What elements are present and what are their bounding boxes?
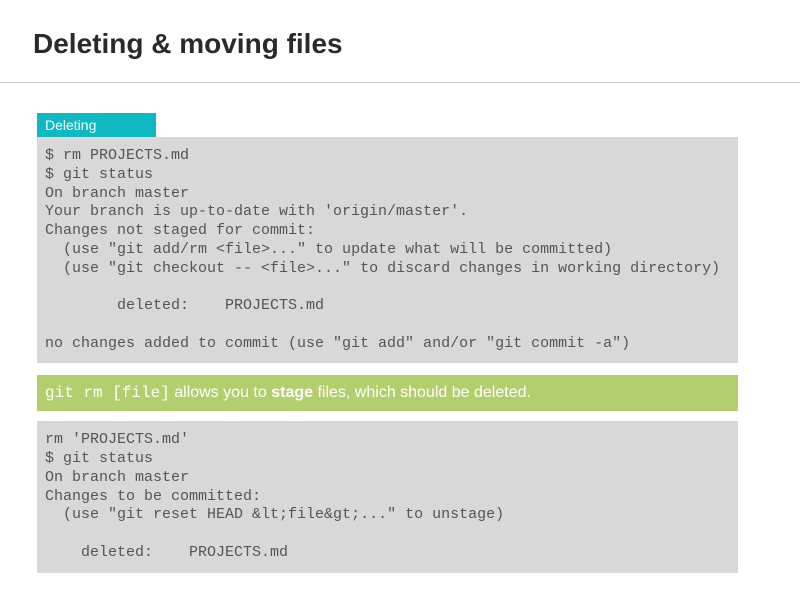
callout-command: git rm [file] — [45, 384, 170, 402]
code-block-git-rm-status: rm 'PROJECTS.md' $ git status On branch … — [37, 421, 738, 572]
page-title: Deleting & moving files — [0, 0, 800, 83]
callout-git-rm: git rm [file] allows you to stage files,… — [37, 375, 738, 411]
slide-content: Deleting $ rm PROJECTS.md $ git status O… — [0, 83, 800, 573]
code-block-rm-status: $ rm PROJECTS.md $ git status On branch … — [37, 137, 738, 363]
callout-text-2: files, which should be deleted. — [313, 384, 531, 401]
callout-bold: stage — [271, 384, 313, 401]
callout-text-1: allows you to — [170, 384, 271, 401]
section-label-deleting: Deleting — [37, 113, 156, 137]
